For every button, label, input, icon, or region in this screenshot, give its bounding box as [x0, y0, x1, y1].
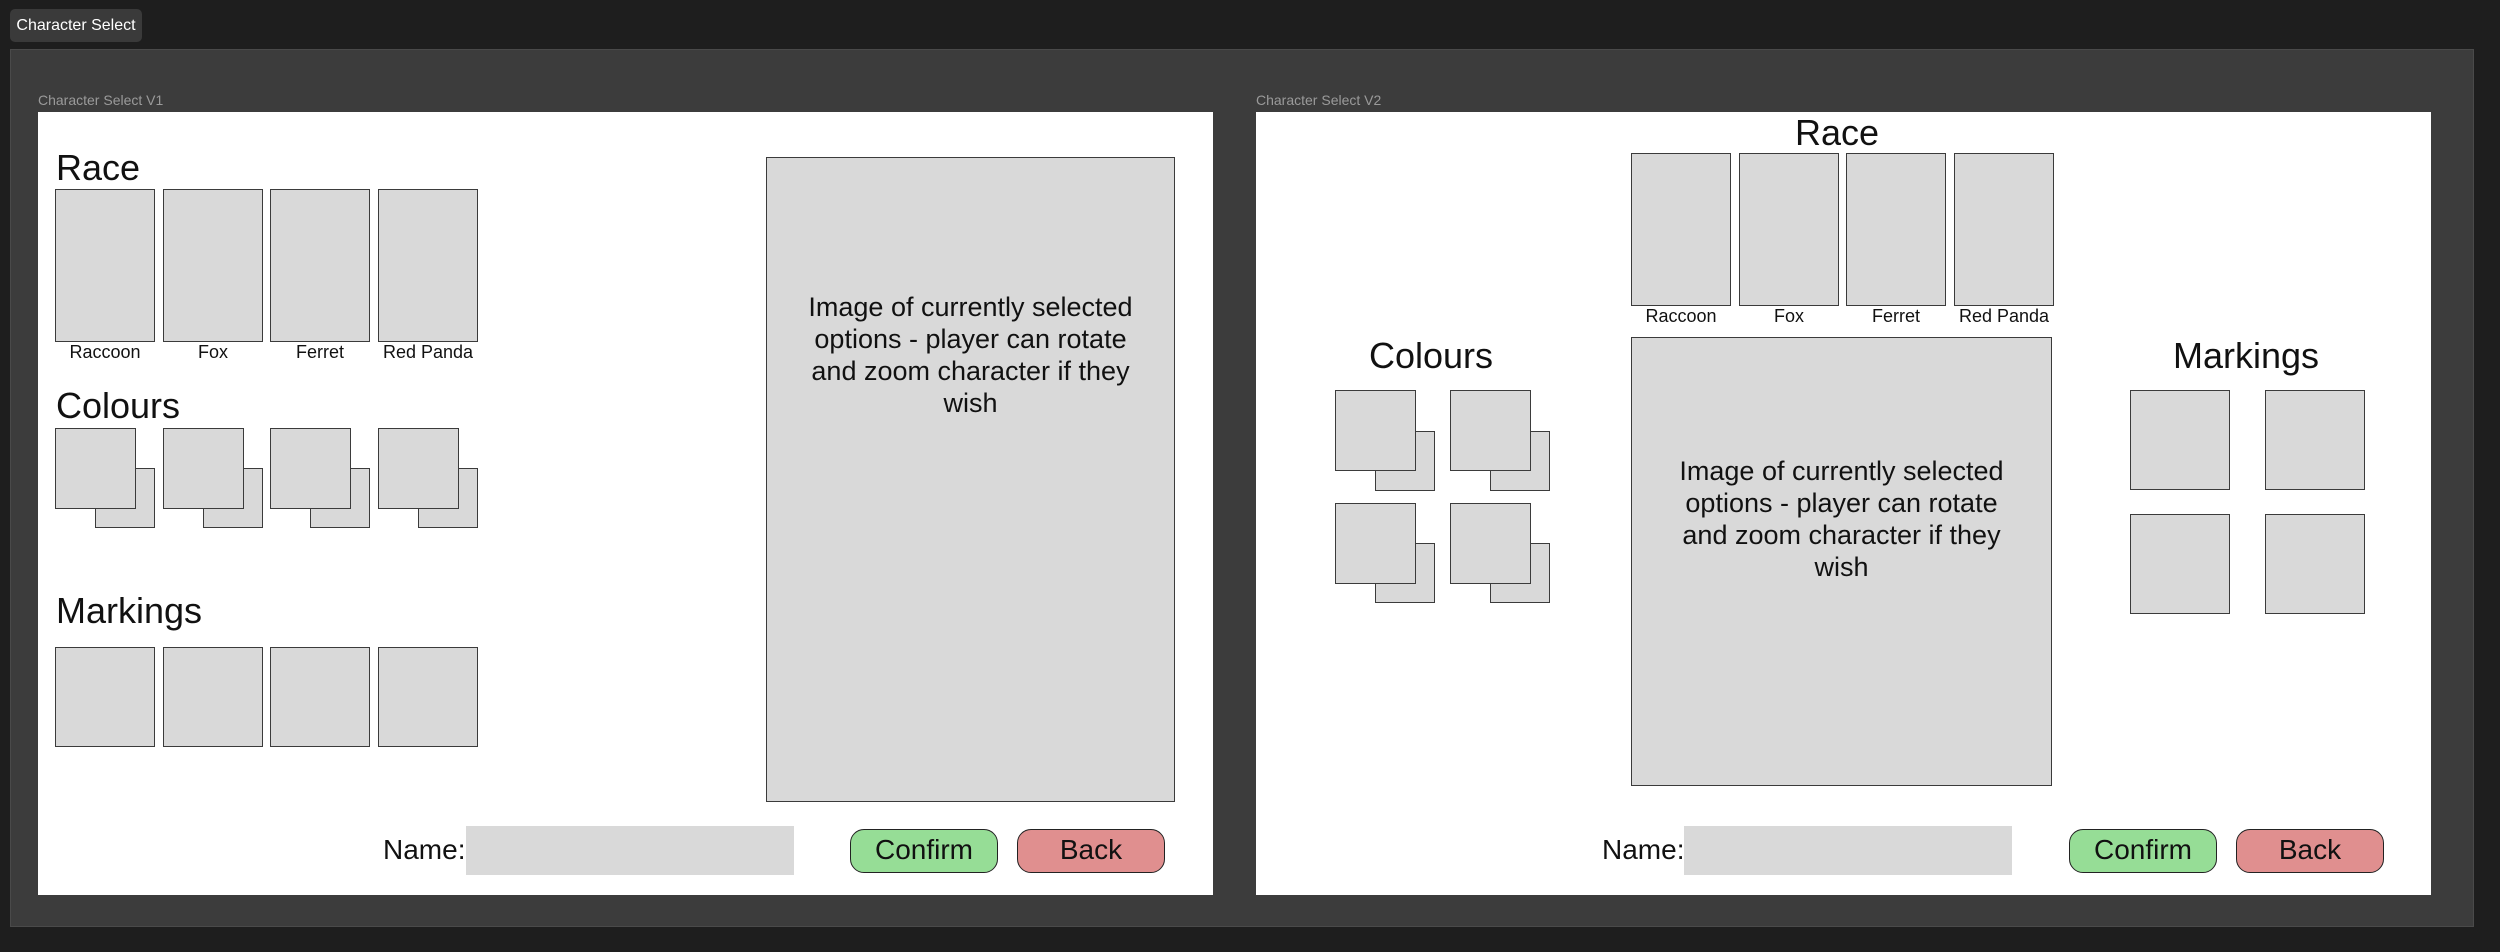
race-label-ferret: Ferret [1871, 306, 1920, 326]
race-option-raccoon[interactable] [55, 189, 155, 342]
preview-description: Image of currently selected options - pl… [808, 291, 1133, 418]
confirm-button[interactable]: Confirm [850, 829, 998, 873]
race-label-fox: Fox [197, 342, 228, 362]
colour-swatch-primary[interactable] [270, 428, 351, 509]
name-input[interactable] [466, 826, 794, 875]
colour-swatch-primary[interactable] [1450, 390, 1531, 471]
race-option-red-panda[interactable] [1954, 153, 2054, 306]
race-heading: Race [1794, 112, 1880, 153]
race-heading: Race [56, 147, 141, 188]
markings-heading: Markings [56, 590, 203, 631]
colours-heading: Colours [56, 385, 181, 426]
colours-heading: Colours [1368, 335, 1494, 376]
back-button[interactable]: Back [2236, 829, 2384, 873]
colour-swatch-primary[interactable] [55, 428, 136, 509]
race-option-fox[interactable] [1739, 153, 1839, 306]
race-label-red-panda: Red Panda [1958, 306, 2050, 326]
frame-label-v2: Character Select V2 [1256, 92, 1382, 108]
markings-heading: Markings [2172, 335, 2320, 376]
colour-swatch-primary[interactable] [163, 428, 244, 509]
colour-swatch-primary[interactable] [1335, 503, 1416, 584]
colour-swatch-primary[interactable] [378, 428, 459, 509]
marking-option[interactable] [2130, 514, 2230, 614]
frame-label-v1: Character Select V1 [38, 92, 164, 108]
colour-swatch-primary[interactable] [1450, 503, 1531, 584]
name-label: Name: [383, 834, 466, 865]
marking-option[interactable] [2130, 390, 2230, 490]
race-label-raccoon: Raccoon [1645, 306, 1717, 326]
race-option-ferret[interactable] [1846, 153, 1946, 306]
preview-description: Image of currently selected options - pl… [1679, 456, 2004, 582]
character-preview[interactable]: Image of currently selected options - pl… [1631, 337, 2052, 786]
character-preview[interactable]: Image of currently selected options - pl… [766, 157, 1175, 802]
marking-option[interactable] [2265, 514, 2365, 614]
race-label-fox: Fox [1773, 306, 1804, 326]
race-label-raccoon: Raccoon [69, 342, 141, 362]
race-label-red-panda: Red Panda [382, 342, 474, 362]
marking-option[interactable] [163, 647, 263, 747]
marking-option[interactable] [378, 647, 478, 747]
page-tab[interactable]: Character Select [10, 9, 142, 42]
confirm-button[interactable]: Confirm [2069, 829, 2217, 873]
race-option-red-panda[interactable] [378, 189, 478, 342]
name-input[interactable] [1684, 826, 2012, 875]
race-option-ferret[interactable] [270, 189, 370, 342]
name-label: Name: [1602, 834, 1685, 865]
marking-option[interactable] [2265, 390, 2365, 490]
marking-option[interactable] [270, 647, 370, 747]
race-option-raccoon[interactable] [1631, 153, 1731, 306]
back-button[interactable]: Back [1017, 829, 1165, 873]
marking-option[interactable] [55, 647, 155, 747]
race-label-ferret: Ferret [295, 342, 344, 362]
race-option-fox[interactable] [163, 189, 263, 342]
colour-swatch-primary[interactable] [1335, 390, 1416, 471]
